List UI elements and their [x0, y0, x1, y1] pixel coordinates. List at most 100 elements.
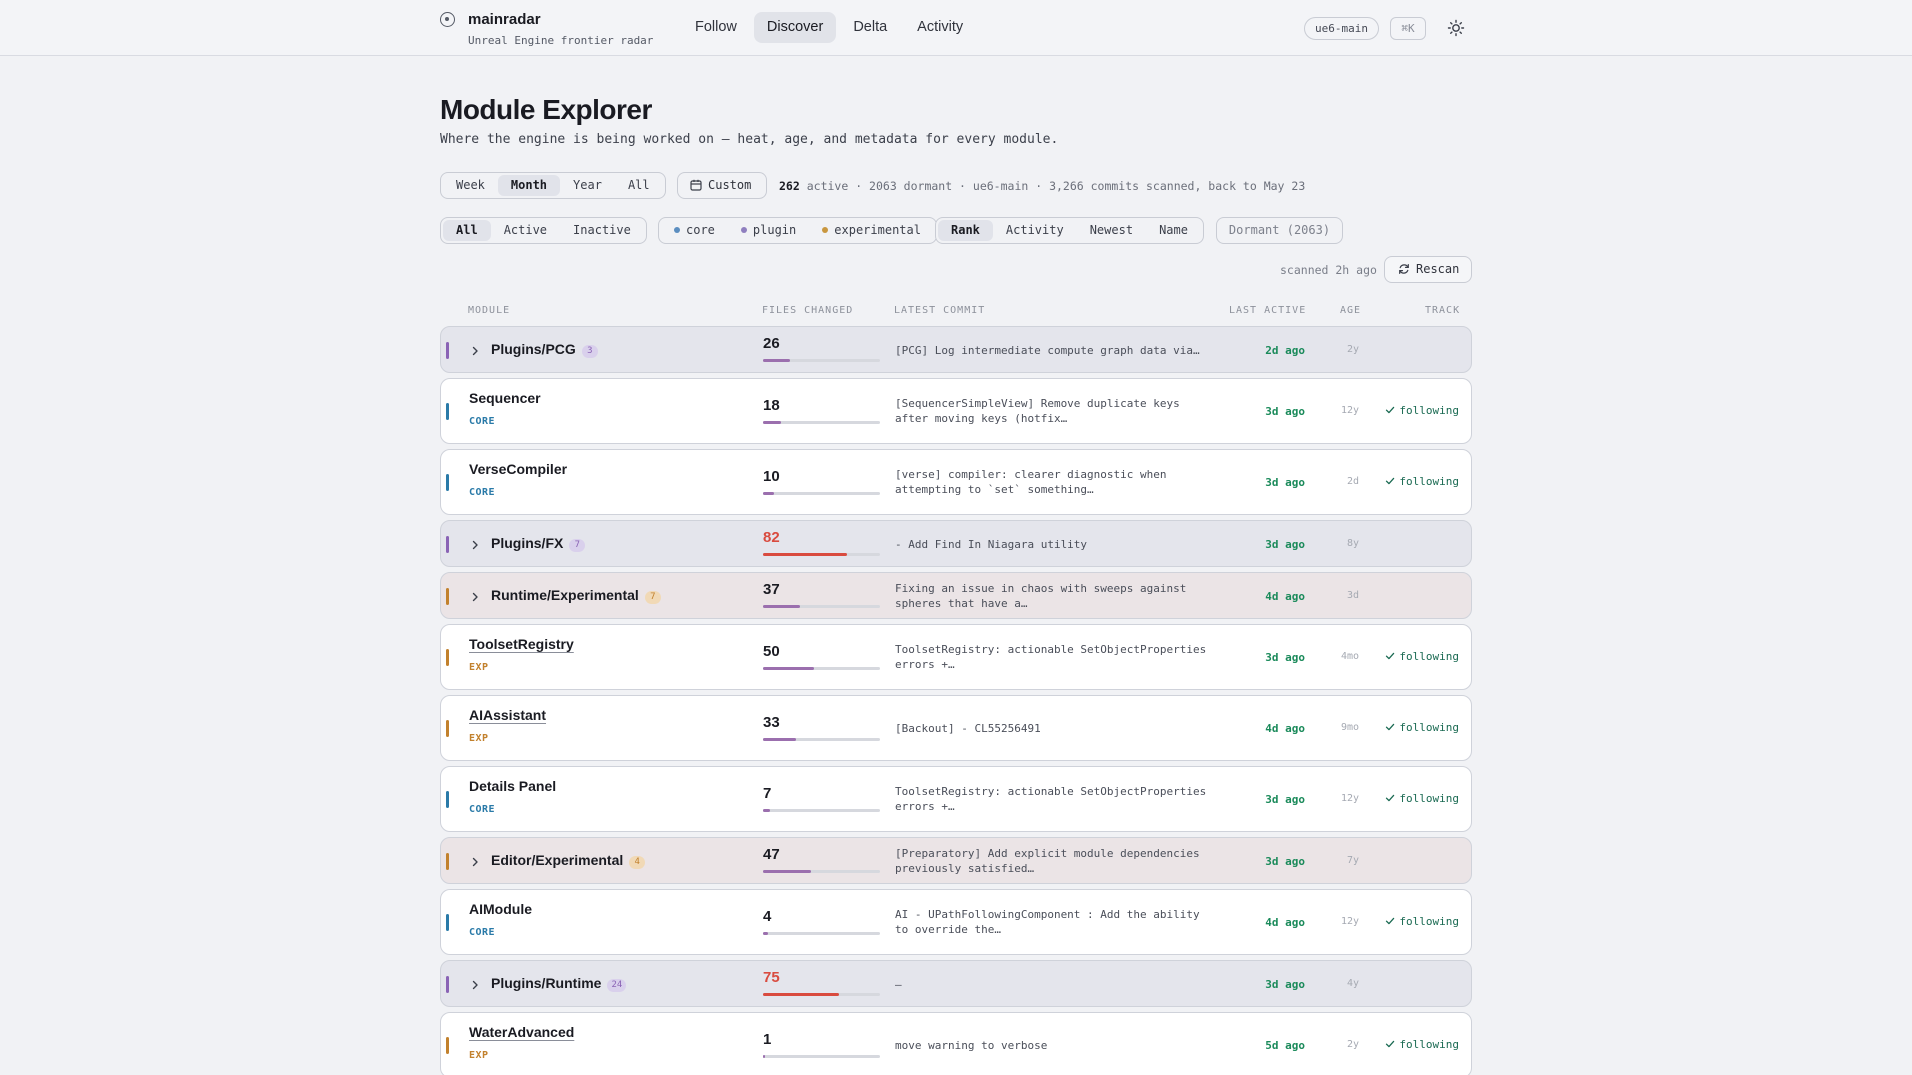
module-name[interactable]: VerseCompiler [469, 461, 567, 477]
main-nav: Follow Discover Delta Activity [682, 12, 976, 43]
branch-selector[interactable]: ue6-main [1304, 17, 1379, 40]
last-active: 3d ago [1265, 405, 1305, 418]
kind-accent-bar [446, 535, 449, 553]
module-group-row[interactable]: Plugins/FX 7 82 - Add Find In Niagara utili… [440, 520, 1472, 567]
latest-commit-message[interactable]: — [895, 977, 1215, 992]
latest-commit-message[interactable]: [verse] compiler: clearer diagnostic whe… [895, 467, 1215, 497]
module-group-row[interactable]: Plugins/PCG 3 26 [PCG] Log intermediate com… [440, 326, 1472, 373]
kind-option-experimental[interactable]: experimental [809, 220, 934, 241]
theme-toggle-icon[interactable] [1447, 19, 1465, 37]
module-row[interactable]: Details Panel CORE 7 ToolsetRegistry: actio… [440, 766, 1472, 832]
latest-commit-message[interactable]: [PCG] Log intermediate compute graph dat… [895, 343, 1215, 358]
column-header-module[interactable]: MODULE [468, 305, 510, 316]
latest-commit-message[interactable]: ToolsetRegistry: actionable SetObjectPro… [895, 784, 1215, 814]
range-option-year[interactable]: Year [560, 175, 615, 196]
latest-commit-message[interactable]: AI - UPathFollowingComponent : Add the a… [895, 907, 1215, 937]
follow-toggle[interactable]: following [1385, 1038, 1459, 1051]
follow-toggle[interactable]: following [1385, 721, 1459, 734]
kind-filter: core plugin experimental [658, 217, 937, 244]
sort-option-name[interactable]: Name [1146, 220, 1201, 241]
module-name[interactable]: AIAssistant [469, 707, 546, 723]
calendar-icon [690, 179, 702, 191]
time-range-selector: Week Month Year All [440, 172, 666, 199]
check-icon [1385, 721, 1399, 734]
heat-bar [763, 738, 880, 741]
last-active: 3d ago [1265, 537, 1305, 551]
range-option-all[interactable]: All [615, 175, 663, 196]
kind-accent-bar [446, 914, 449, 931]
follow-toggle[interactable]: following [1385, 650, 1459, 663]
chevron-right-icon[interactable] [469, 978, 481, 990]
module-row[interactable]: WaterAdvanced EXP 1 move warning to verbose… [440, 1012, 1472, 1075]
module-name[interactable]: Sequencer [469, 390, 541, 406]
module-row[interactable]: Sequencer CORE 18 [SequencerSimpleView] Rem… [440, 378, 1472, 444]
rescan-button[interactable]: Rescan [1384, 256, 1472, 283]
latest-commit-message[interactable]: [Preparatory] Add explicit module depend… [895, 846, 1215, 876]
chevron-right-icon[interactable] [469, 590, 481, 602]
module-name[interactable]: AIModule [469, 901, 532, 917]
chevron-right-icon[interactable] [469, 855, 481, 867]
heat-bar [763, 809, 880, 812]
latest-commit-message[interactable]: [SequencerSimpleView] Remove duplicate k… [895, 396, 1215, 426]
heat-bar-fill [763, 605, 801, 608]
files-changed-count: 33 [763, 714, 780, 731]
module-group-row[interactable]: Runtime/Experimental 7 37 Fixing an issue i… [440, 572, 1472, 619]
last-active: 3d ago [1265, 476, 1305, 489]
module-kind-tag: EXP [469, 662, 489, 673]
module-group-row[interactable]: Plugins/Runtime 24 75 — 3d ago 4y [440, 960, 1472, 1007]
column-header-commit: LATEST COMMIT [894, 305, 986, 316]
module-row[interactable]: ToolsetRegistry EXP 50 ToolsetRegistry: act… [440, 624, 1472, 690]
group-name: Editor/Experimental 4 [491, 851, 646, 869]
module-name[interactable]: Details Panel [469, 778, 556, 794]
follow-toggle[interactable]: following [1385, 792, 1459, 805]
group-name-text: Runtime/Experimental [491, 586, 639, 603]
range-option-month[interactable]: Month [497, 175, 561, 196]
module-row[interactable]: VerseCompiler CORE 10 [verse] compiler: cle… [440, 449, 1472, 515]
follow-toggle[interactable]: following [1385, 475, 1459, 488]
column-header-files[interactable]: FILES CHANGED [762, 305, 853, 316]
nav-delta[interactable]: Delta [840, 12, 900, 43]
nav-activity[interactable]: Activity [904, 12, 976, 43]
kind-accent-bar [446, 1037, 449, 1054]
kind-option-core[interactable]: core [661, 220, 728, 241]
chevron-right-icon[interactable] [469, 344, 481, 356]
group-count-badge: 7 [644, 590, 661, 604]
range-option-week[interactable]: Week [443, 175, 498, 196]
latest-commit-message[interactable]: - Add Find In Niagara utility [895, 537, 1215, 552]
module-row[interactable]: AIModule CORE 4 AI - UPathFollowingComponen… [440, 889, 1472, 955]
heat-bar-fill [763, 993, 840, 996]
status-option-active[interactable]: Active [491, 220, 560, 241]
column-header-age[interactable]: AGE [1340, 305, 1361, 316]
status-option-inactive[interactable]: Inactive [560, 220, 644, 241]
follow-toggle[interactable]: following [1385, 915, 1459, 928]
module-name[interactable]: ToolsetRegistry [469, 636, 574, 652]
module-age: 4y [1346, 977, 1359, 989]
custom-range-button[interactable]: Custom [677, 172, 767, 199]
latest-commit-message[interactable]: [Backout] - CL55256491 [895, 721, 1215, 736]
status-option-all[interactable]: All [443, 220, 491, 241]
module-age: 2y [1346, 1039, 1359, 1050]
kind-option-plugin[interactable]: plugin [728, 220, 809, 241]
sort-option-newest[interactable]: Newest [1077, 220, 1146, 241]
module-group-row[interactable]: Editor/Experimental 4 47 [Preparatory] Add … [440, 837, 1472, 884]
command-palette-button[interactable]: ⌘K [1390, 17, 1426, 40]
nav-follow[interactable]: Follow [682, 12, 750, 43]
module-name[interactable]: WaterAdvanced [469, 1024, 574, 1040]
sort-option-activity[interactable]: Activity [993, 220, 1077, 241]
latest-commit-message[interactable]: Fixing an issue in chaos with sweeps aga… [895, 581, 1215, 611]
kind-accent-bar [446, 975, 449, 993]
stats-rest: · 2063 dormant · ue6-main · 3,266 commit… [855, 179, 1306, 193]
latest-commit-message[interactable]: move warning to verbose [895, 1038, 1215, 1053]
dormant-toggle-button[interactable]: Dormant (2063) [1216, 217, 1343, 244]
latest-commit-message[interactable]: ToolsetRegistry: actionable SetObjectPro… [895, 642, 1215, 672]
group-name-text: Editor/Experimental [491, 851, 624, 868]
follow-label: following [1399, 721, 1459, 734]
follow-toggle[interactable]: following [1385, 404, 1459, 417]
module-row[interactable]: AIAssistant EXP 33 [Backout] - CL55256491 4d… [440, 695, 1472, 761]
kind-option-label: core [686, 223, 715, 237]
sort-option-rank[interactable]: Rank [938, 220, 993, 241]
chevron-right-icon[interactable] [469, 538, 481, 550]
nav-discover[interactable]: Discover [753, 12, 837, 43]
column-header-last-active[interactable]: LAST ACTIVE [1229, 305, 1306, 316]
group-name-text: Plugins/PCG [491, 340, 576, 357]
